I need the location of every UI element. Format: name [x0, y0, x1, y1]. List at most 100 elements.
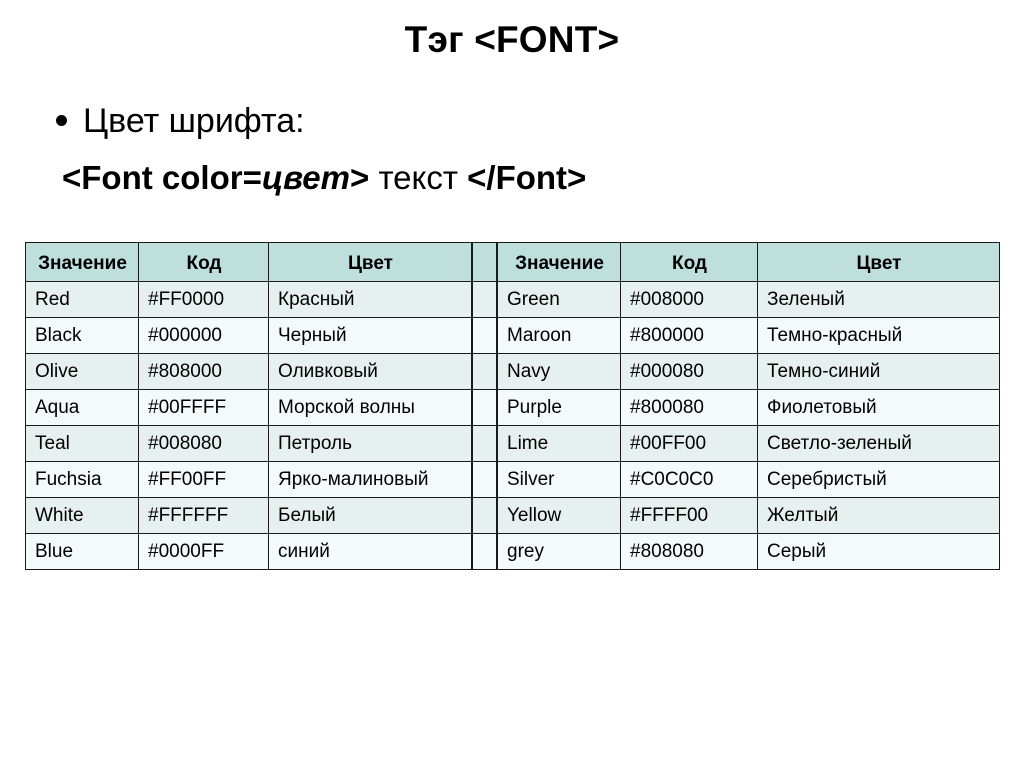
color-tables: Значение Код Цвет Red #FF0000 Красный Bl…: [25, 242, 1000, 570]
spacer-row: [472, 353, 497, 390]
color-table-left: Значение Код Цвет Red #FF0000 Красный Bl…: [25, 242, 472, 570]
cell-color: Оливковый: [268, 353, 472, 390]
spacer-cell: [472, 533, 497, 570]
syntax-content: текст: [378, 159, 458, 196]
spacer-row: [472, 425, 497, 462]
spacer-row: [472, 497, 497, 534]
table-row: Fuchsia #FF00FF Ярко-малиновый: [25, 461, 472, 498]
column-header-color: Цвет: [268, 242, 472, 282]
cell-value: Fuchsia: [25, 461, 139, 498]
cell-value: grey: [497, 533, 621, 570]
cell-value: Yellow: [497, 497, 621, 534]
syntax-close-tag: </Font>: [467, 159, 587, 196]
cell-value: Silver: [497, 461, 621, 498]
cell-value: Navy: [497, 353, 621, 390]
cell-color: Желтый: [757, 497, 1000, 534]
font-tag-syntax: <Font color=цвет> текст </Font>: [62, 158, 956, 198]
cell-color: Морской волны: [268, 389, 472, 426]
cell-value: Green: [497, 281, 621, 318]
cell-color: Ярко-малиновый: [268, 461, 472, 498]
spacer-cell: [472, 353, 497, 390]
cell-code: #00FF00: [620, 425, 758, 462]
column-header-value: Значение: [25, 242, 139, 282]
bullet-block: Цвет шрифта: <Font color=цвет> текст </F…: [56, 101, 956, 198]
table-row: Purple #800080 Фиолетовый: [497, 389, 1000, 426]
cell-color: Красный: [268, 281, 472, 318]
cell-code: #FFFF00: [620, 497, 758, 534]
color-table-right: Значение Код Цвет Green #008000 Зеленый …: [497, 242, 1000, 570]
table-row: grey #808080 Серый: [497, 533, 1000, 570]
table-row: Olive #808000 Оливковый: [25, 353, 472, 390]
cell-value: Black: [25, 317, 139, 354]
spacer-row: [472, 389, 497, 426]
cell-value: Aqua: [25, 389, 139, 426]
cell-color: Черный: [268, 317, 472, 354]
spacer-cell: [472, 317, 497, 354]
color-table-spacer: [472, 242, 497, 570]
syntax-close-bracket: >: [349, 159, 370, 196]
spacer-row: [472, 317, 497, 354]
cell-value: Blue: [25, 533, 139, 570]
page-title: Тэг <FONT>: [404, 19, 620, 60]
cell-code: #800000: [620, 317, 758, 354]
cell-code: #FFFFFF: [138, 497, 269, 534]
cell-code: #800080: [620, 389, 758, 426]
cell-value: Olive: [25, 353, 139, 390]
table-header-row: Значение Код Цвет: [497, 242, 1000, 282]
cell-color: Темно-синий: [757, 353, 1000, 390]
column-header-code: Код: [138, 242, 269, 282]
cell-value: Teal: [25, 425, 139, 462]
cell-value: White: [25, 497, 139, 534]
table-row: White #FFFFFF Белый: [25, 497, 472, 534]
cell-color: Петроль: [268, 425, 472, 462]
column-header-code: Код: [620, 242, 758, 282]
table-row: Black #000000 Черный: [25, 317, 472, 354]
table-row: Lime #00FF00 Светло-зеленый: [497, 425, 1000, 462]
table-row: Maroon #800000 Темно-красный: [497, 317, 1000, 354]
table-row: Blue #0000FF синий: [25, 533, 472, 570]
cell-value: Maroon: [497, 317, 621, 354]
spacer-row: [472, 281, 497, 318]
cell-code: #00FFFF: [138, 389, 269, 426]
column-header-color: Цвет: [757, 242, 1000, 282]
cell-code: #C0C0C0: [620, 461, 758, 498]
spacer-cell: [472, 461, 497, 498]
cell-code: #0000FF: [138, 533, 269, 570]
cell-value: Purple: [497, 389, 621, 426]
cell-code: #FF0000: [138, 281, 269, 318]
cell-color: Серый: [757, 533, 1000, 570]
cell-code: #008080: [138, 425, 269, 462]
spacer-header-cell: [472, 242, 497, 282]
cell-value: Red: [25, 281, 139, 318]
column-header-value: Значение: [497, 242, 621, 282]
spacer-header-row: [472, 242, 497, 282]
table-row: Green #008000 Зеленый: [497, 281, 1000, 318]
spacer-cell: [472, 389, 497, 426]
cell-color: Зеленый: [757, 281, 1000, 318]
bullet-label: Цвет шрифта:: [83, 102, 305, 140]
bullet-dot-icon: [56, 115, 67, 126]
cell-color: Фиолетовый: [757, 389, 1000, 426]
table-row: Silver #C0C0C0 Серебристый: [497, 461, 1000, 498]
spacer-cell: [472, 425, 497, 462]
table-row: Yellow #FFFF00 Желтый: [497, 497, 1000, 534]
cell-color: Темно-красный: [757, 317, 1000, 354]
spacer-row: [472, 533, 497, 570]
cell-color: Серебристый: [757, 461, 1000, 498]
table-row: Red #FF0000 Красный: [25, 281, 472, 318]
cell-code: #808000: [138, 353, 269, 390]
cell-value: Lime: [497, 425, 621, 462]
spacer-cell: [472, 281, 497, 318]
cell-code: #008000: [620, 281, 758, 318]
bullet-row: Цвет шрифта:: [56, 101, 956, 141]
cell-code: #808080: [620, 533, 758, 570]
cell-code: #000080: [620, 353, 758, 390]
cell-color: Белый: [268, 497, 472, 534]
table-row: Aqua #00FFFF Морской волны: [25, 389, 472, 426]
cell-code: #FF00FF: [138, 461, 269, 498]
table-row: Navy #000080 Темно-синий: [497, 353, 1000, 390]
cell-code: #000000: [138, 317, 269, 354]
table-header-row: Значение Код Цвет: [25, 242, 472, 282]
cell-color: синий: [268, 533, 472, 570]
syntax-open-tag: <Font color=: [62, 159, 262, 196]
